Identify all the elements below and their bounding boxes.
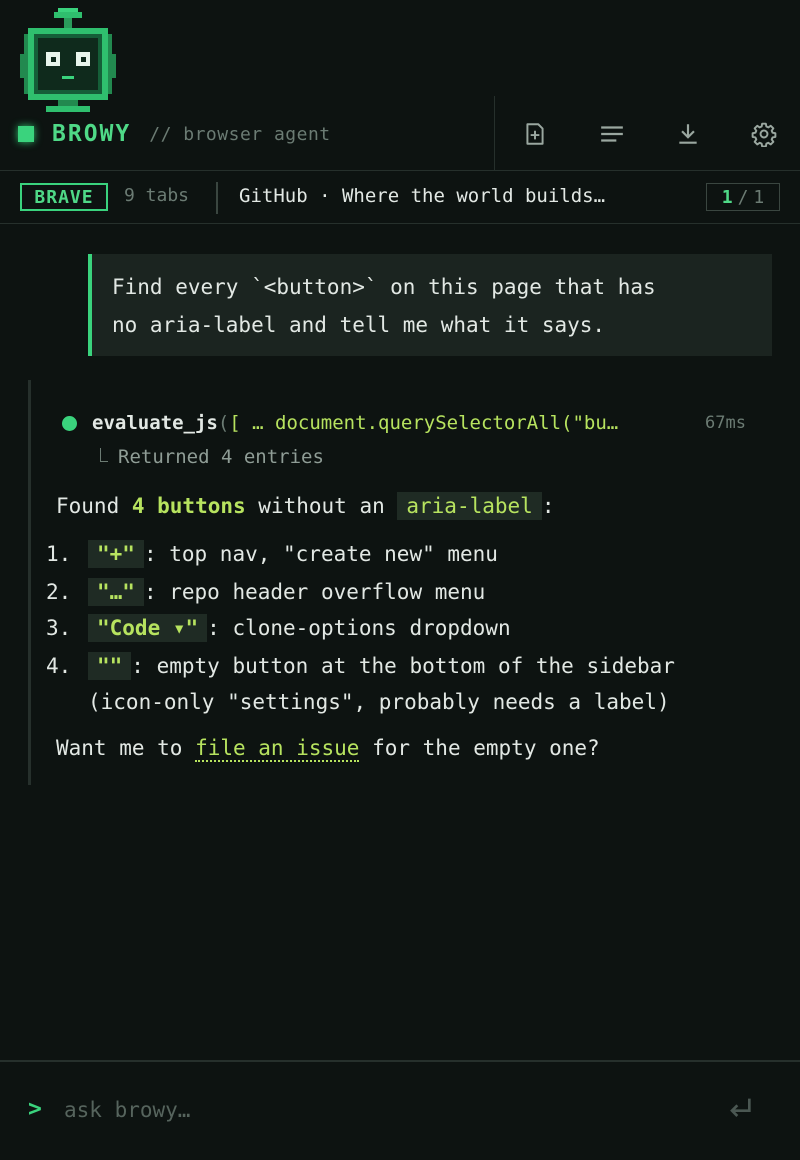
- tool-name: evaluate_js: [92, 412, 218, 434]
- tool-duration: 67ms: [705, 413, 746, 433]
- tool-paren: (: [217, 412, 230, 434]
- send-button[interactable]: [724, 1092, 756, 1124]
- new-chat-button[interactable]: [519, 118, 551, 150]
- pager-current: 1: [721, 186, 733, 208]
- list-number: 1.: [46, 542, 72, 566]
- enter-icon: [730, 1098, 751, 1117]
- settings-button[interactable]: [748, 118, 780, 150]
- pager-total: 1: [753, 186, 765, 208]
- pager-separator: /: [737, 186, 749, 208]
- list-number: 3.: [46, 616, 72, 640]
- intro-text: Found: [56, 494, 132, 518]
- list-item-continuation: (icon-only "settings", probably needs a …: [88, 690, 670, 714]
- tool-result: Returned 4 entries: [100, 446, 324, 468]
- inline-code: "": [88, 652, 132, 680]
- inline-code: "…": [88, 578, 144, 606]
- app-title: BROWY: [52, 121, 132, 147]
- intro-text: without an: [245, 494, 398, 518]
- download-icon: [679, 124, 697, 144]
- brand: BROWY // browser agent: [18, 118, 331, 150]
- app-subtitle: // browser agent: [149, 123, 331, 145]
- list-item: 2. "…": repo header overflow menu: [46, 578, 486, 606]
- prompt-caret: >: [28, 1096, 42, 1122]
- response-outro: Want me to file an issue for the empty o…: [56, 736, 600, 762]
- list-text: : repo header overflow menu: [143, 580, 486, 604]
- tree-corner-icon: [100, 448, 108, 462]
- outro-text: for the empty one?: [359, 736, 600, 760]
- active-tab-title[interactable]: GitHub · Where the world builds…: [239, 185, 639, 207]
- app-header: BROWY // browser agent: [0, 0, 800, 171]
- tab-count[interactable]: 9 tabs: [124, 185, 189, 206]
- intro-count: 4 buttons: [131, 494, 246, 518]
- tool-result-text: Returned 4 entries: [118, 446, 324, 468]
- list-item: 3. "Code ▾": clone-options dropdown: [46, 614, 511, 642]
- tab-bar: BRAVE 9 tabs GitHub · Where the world bu…: [0, 171, 800, 224]
- download-button[interactable]: [672, 118, 704, 150]
- list-text: : empty button at the bottom of the side…: [131, 654, 675, 678]
- list-item: 1. "+": top nav, "create new" menu: [46, 540, 498, 568]
- list-number: 4.: [46, 654, 72, 678]
- inline-code: "+": [88, 540, 144, 568]
- tab-divider: [216, 182, 218, 214]
- list-number: 2.: [46, 580, 72, 604]
- tool-args: [ … document.querySelectorAll("button"): [229, 412, 624, 434]
- response-intro: Found 4 buttons without an aria-label:: [56, 492, 555, 520]
- list-text: (icon-only "settings", probably needs a …: [88, 690, 670, 714]
- list-item: 4. "": empty button at the bottom of the …: [46, 652, 675, 680]
- agent-response-rail: [28, 380, 31, 785]
- chat-input[interactable]: [64, 1090, 664, 1130]
- history-list-button[interactable]: [596, 118, 628, 150]
- tab-pager[interactable]: 1 / 1: [706, 183, 780, 211]
- new-chat-icon: [526, 123, 544, 145]
- file-issue-link[interactable]: file an issue: [195, 736, 360, 762]
- list-text: : top nav, "create new" menu: [143, 542, 498, 566]
- inline-code: aria-label: [397, 492, 542, 520]
- gear-icon: [751, 122, 777, 147]
- inline-code: "Code ▾": [88, 614, 208, 642]
- user-message-line: no aria-label and tell me what it says.: [112, 313, 606, 337]
- tool-status-dot: [62, 415, 77, 431]
- user-message-line: Find every `<button>` on this page that …: [112, 275, 656, 299]
- outro-text: Want me to: [56, 736, 196, 760]
- status-indicator: [18, 126, 34, 142]
- user-message: Find every `<button>` on this page that …: [88, 254, 772, 356]
- composer: >: [0, 1060, 800, 1160]
- browser-badge[interactable]: BRAVE: [20, 183, 108, 211]
- list-text: : clone-options dropdown: [207, 616, 511, 640]
- header-divider: [494, 96, 495, 171]
- robot-logo-icon: [20, 8, 116, 112]
- intro-text: :: [541, 494, 555, 518]
- list-icon: [601, 126, 623, 142]
- tool-call[interactable]: evaluate_js([ … document.querySelectorAl…: [62, 408, 762, 438]
